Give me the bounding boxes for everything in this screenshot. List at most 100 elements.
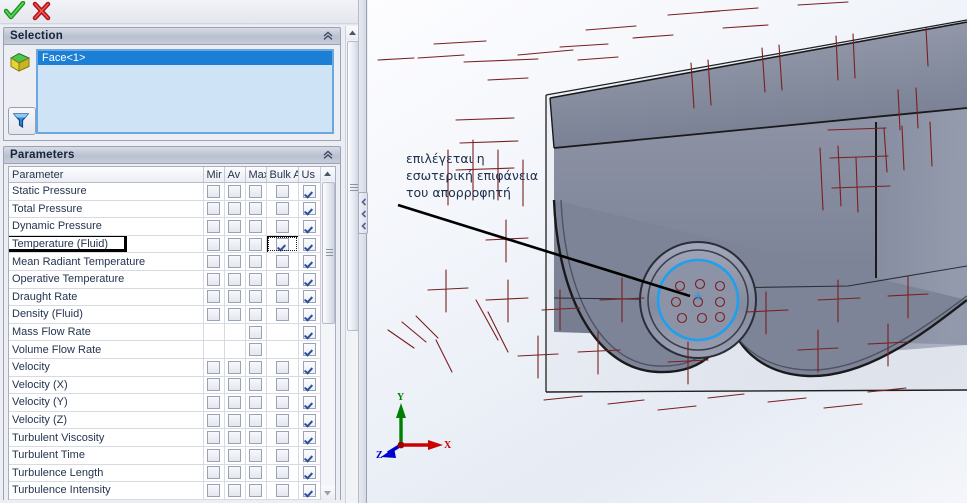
checkbox-cell-use[interactable]	[298, 376, 321, 395]
parameters-section-header[interactable]: Parameters	[3, 146, 341, 164]
parameters-table-scrollbar[interactable]	[320, 167, 335, 500]
checkbox-cell-max[interactable]	[245, 464, 267, 483]
checkbox-cell-bulk-av[interactable]	[266, 217, 299, 236]
checkbox-use[interactable]	[302, 202, 316, 216]
checkbox-max[interactable]	[249, 448, 262, 462]
checkbox-max[interactable]	[249, 413, 262, 427]
checkbox-use[interactable]	[302, 413, 316, 427]
checkbox-cell-use[interactable]	[298, 393, 321, 412]
checkbox-cell-max[interactable]	[245, 340, 267, 359]
checkbox-cell-bulk-av[interactable]	[266, 270, 299, 289]
parameter-name-cell[interactable]: Draught Rate	[9, 288, 204, 307]
parameter-name-cell[interactable]: Temperature (Fluid)	[9, 235, 204, 254]
table-row[interactable]: Dynamic Pressure	[9, 217, 321, 236]
property-panel-scrollbar[interactable]	[345, 26, 359, 503]
table-row[interactable]: Temperature (Fluid)	[9, 235, 321, 254]
checkbox-cell-min[interactable]	[203, 446, 225, 465]
checkbox-cell-av[interactable]	[224, 252, 246, 271]
checkbox-cell-use[interactable]	[298, 305, 321, 324]
checkbox-cell-max[interactable]	[245, 235, 267, 254]
checkbox-cell-use[interactable]	[298, 446, 321, 465]
checkbox-cell-use[interactable]	[298, 323, 321, 342]
parameter-name-cell[interactable]: Volume Flow Rate	[9, 340, 204, 359]
checkbox-cell-use[interactable]	[298, 411, 321, 430]
checkbox-cell-min[interactable]	[203, 358, 225, 377]
checkbox-min[interactable]	[207, 184, 220, 198]
checkbox-bulk-av[interactable]	[275, 360, 289, 374]
checkbox-cell-bulk-av[interactable]	[266, 235, 299, 254]
parameter-name-cell[interactable]: Dynamic Pressure	[9, 217, 204, 236]
checkbox-cell-bulk-av[interactable]	[266, 428, 299, 447]
checkbox-max[interactable]	[249, 272, 262, 286]
parameter-name-cell[interactable]: Turbulent Time	[9, 446, 204, 465]
checkbox-use[interactable]	[302, 431, 316, 445]
checkbox-min[interactable]	[207, 395, 220, 409]
checkbox-cell-max[interactable]	[245, 288, 267, 307]
triangle-up-icon[interactable]	[321, 167, 335, 181]
checkbox-bulk-av[interactable]	[275, 395, 289, 409]
checkbox-cell-max[interactable]	[245, 393, 267, 412]
table-row[interactable]: Mass Flow Rate	[9, 323, 321, 342]
checkbox-av[interactable]	[228, 466, 241, 480]
table-row[interactable]: Turbulent Viscosity	[9, 428, 321, 447]
checkbox-cell-av[interactable]	[224, 411, 246, 430]
checkbox-cell-av[interactable]	[224, 270, 246, 289]
checkbox-cell-min[interactable]	[203, 270, 225, 289]
checkbox-use[interactable]	[302, 343, 316, 357]
parameter-name-cell[interactable]: Turbulent Viscosity	[9, 428, 204, 447]
checkbox-cell-bulk-av[interactable]	[266, 358, 299, 377]
checkbox-cell-av[interactable]	[224, 217, 246, 236]
checkbox-cell-use[interactable]	[298, 340, 321, 359]
checkbox-cell-min[interactable]	[203, 288, 225, 307]
checkbox-cell-bulk-av[interactable]	[266, 481, 299, 500]
checkbox-cell-use[interactable]	[298, 288, 321, 307]
table-row[interactable]: Turbulence Length	[9, 464, 321, 483]
checkbox-cell-min[interactable]	[203, 481, 225, 500]
checkbox-av[interactable]	[228, 378, 241, 392]
checkbox-max[interactable]	[249, 378, 262, 392]
checkbox-min[interactable]	[207, 413, 220, 427]
checkbox-use[interactable]	[302, 290, 316, 304]
checkbox-cell-min[interactable]	[203, 393, 225, 412]
checkbox-av[interactable]	[228, 202, 241, 216]
checkbox-min[interactable]	[207, 272, 220, 286]
selection-list[interactable]: Face<1>	[36, 49, 334, 134]
checkbox-bulk-av[interactable]	[275, 202, 289, 216]
col-header-use[interactable]: Us	[298, 167, 321, 183]
checkbox-cell-bulk-av[interactable]	[266, 446, 299, 465]
checkbox-av[interactable]	[228, 184, 241, 198]
checkbox-min[interactable]	[207, 219, 220, 233]
checkbox-cell-bulk-av[interactable]	[266, 393, 299, 412]
checkbox-use[interactable]	[302, 272, 316, 286]
table-row[interactable]: Total Pressure	[9, 200, 321, 219]
col-header-max[interactable]: Max	[245, 167, 267, 183]
table-row[interactable]: Turbulent Time	[9, 446, 321, 465]
checkbox-use[interactable]	[302, 483, 316, 497]
checkbox-cell-max[interactable]	[245, 499, 267, 500]
checkbox-cell-max[interactable]	[245, 270, 267, 289]
checkbox-max[interactable]	[249, 325, 262, 339]
checkbox-use[interactable]	[302, 307, 316, 321]
checkbox-cell-max[interactable]	[245, 305, 267, 324]
checkbox-cell-min[interactable]	[203, 464, 225, 483]
checkbox-cell-bulk-av[interactable]	[266, 288, 299, 307]
table-row[interactable]: Turbulent Energy	[9, 499, 321, 500]
checkbox-cell-max[interactable]	[245, 252, 267, 271]
checkbox-cell-av[interactable]	[224, 393, 246, 412]
table-row[interactable]: Velocity (Z)	[9, 411, 321, 430]
checkbox-cell-max[interactable]	[245, 217, 267, 236]
checkbox-min[interactable]	[207, 360, 220, 374]
checkbox-use[interactable]	[302, 360, 316, 374]
checkbox-cell-av[interactable]	[224, 481, 246, 500]
parameter-name-cell[interactable]: Static Pressure	[9, 182, 204, 201]
checkbox-max[interactable]	[249, 343, 262, 357]
checkbox-bulk-av[interactable]	[275, 237, 289, 251]
checkbox-min[interactable]	[207, 448, 220, 462]
checkbox-min[interactable]	[207, 255, 220, 269]
selection-section-header[interactable]: Selection	[3, 27, 341, 45]
selection-filter-button[interactable]	[8, 107, 36, 135]
checkbox-cell-min[interactable]	[203, 411, 225, 430]
checkbox-bulk-av[interactable]	[275, 448, 289, 462]
checkbox-min[interactable]	[207, 431, 220, 445]
checkbox-max[interactable]	[249, 237, 262, 251]
